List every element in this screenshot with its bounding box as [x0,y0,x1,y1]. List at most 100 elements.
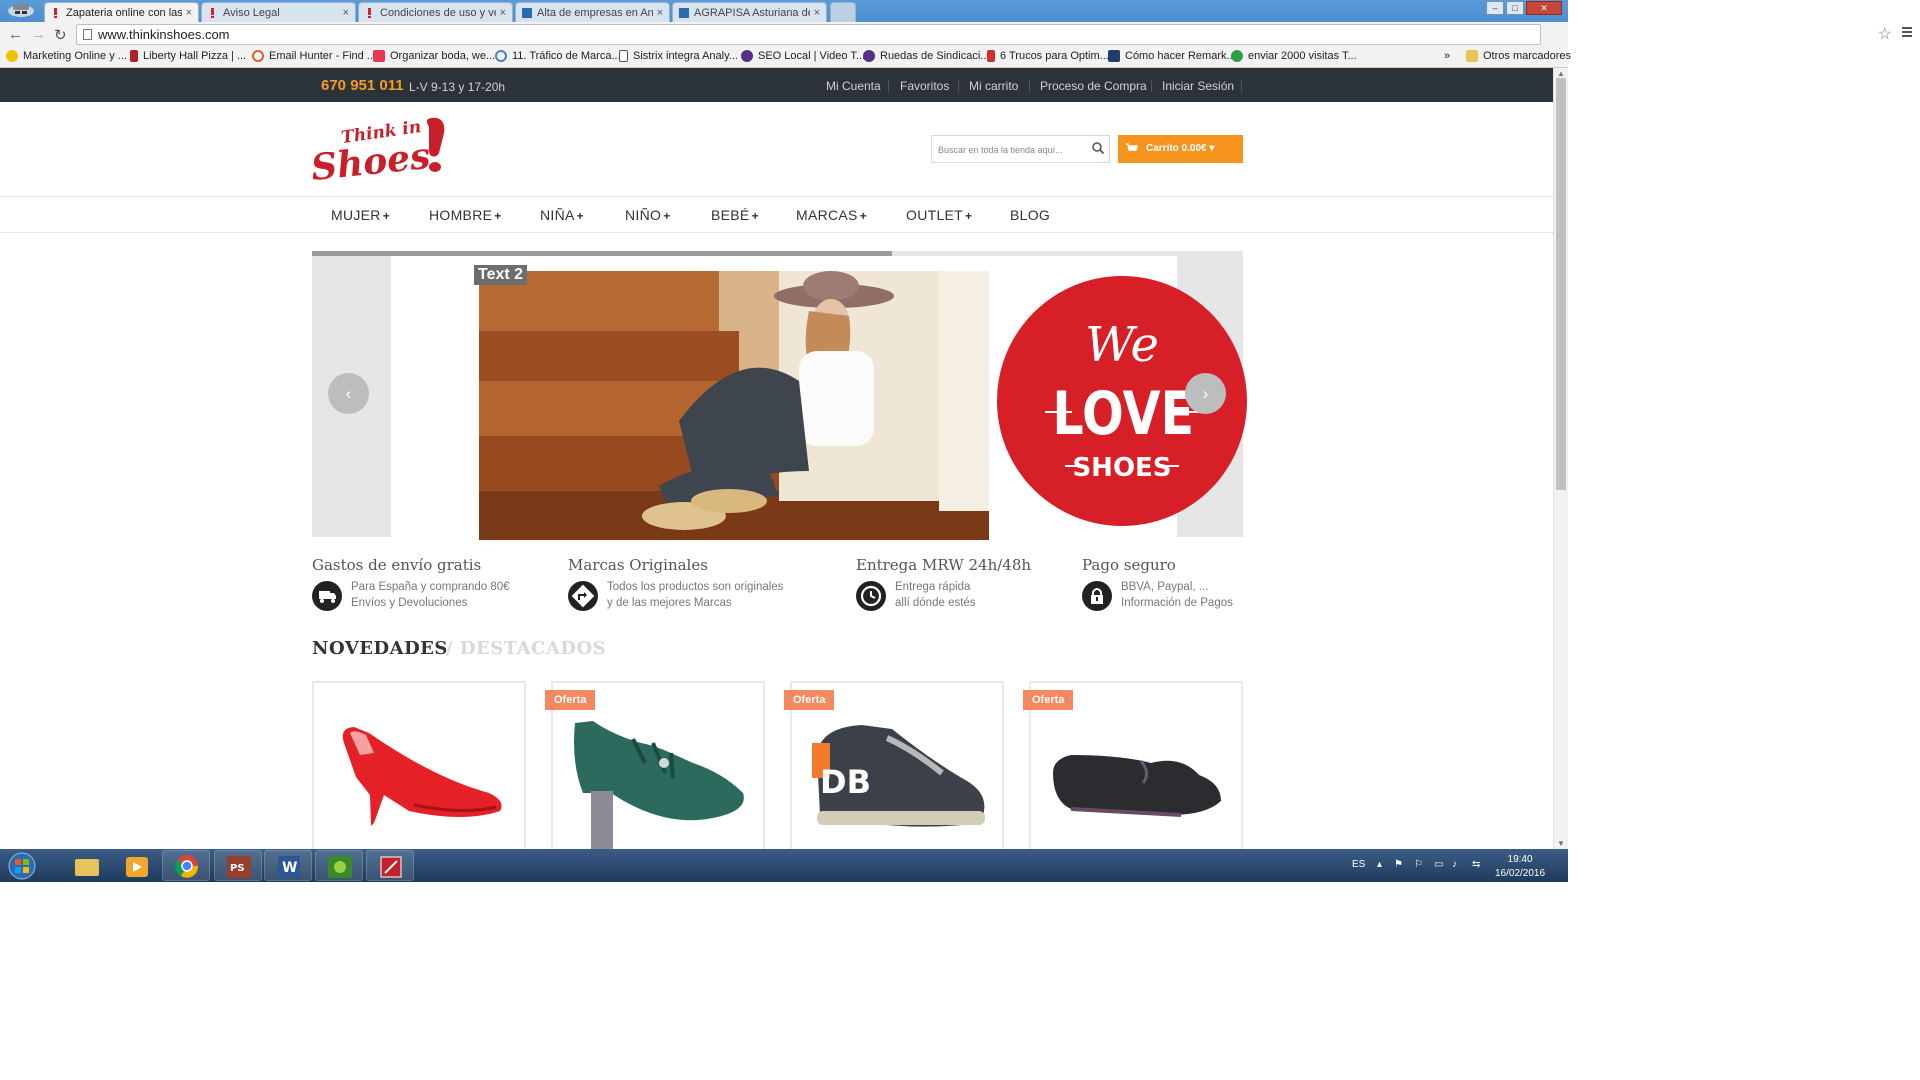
nav-nino[interactable]: NIÑO + [625,207,671,223]
forward-icon[interactable]: → [31,26,46,43]
bookmark-item[interactable]: Sistrix integra Analy... [619,50,738,62]
cart-button[interactable]: Carrito 0.00€ ▾ [1118,135,1243,163]
action-center-icon[interactable]: ⚐ [1414,859,1423,870]
bookmark-item[interactable]: Liberty Hall Pizza | ... [130,50,246,62]
feature-title: Pago seguro [1082,556,1176,574]
slider-next-button[interactable]: › [1185,373,1226,414]
link-proceso-compra[interactable]: Proceso de Compra [1040,79,1147,93]
system-clock[interactable]: 19:40 16/02/2016 [1495,853,1545,881]
tab-alta-empresas[interactable]: Alta de empresas en Anua × [515,2,670,22]
feature-line1: Para España y comprando 80€ [351,581,510,593]
windows-taskbar: PS W ES ▴ ⚑ ⚐ ▭ ♪ ⇆ 19:40 16/02/2016 [0,849,1568,882]
feature-link[interactable]: Envíos y Devoluciones [351,597,467,609]
bookmark-item[interactable]: Email Hunter - Find ... [252,50,376,62]
search-icon[interactable] [1092,142,1105,155]
search-input[interactable]: Buscar en toda la tienda aquí... [931,135,1110,163]
nav-bebe[interactable]: BEBÉ + [711,207,759,223]
nav-marcas[interactable]: MARCAS + [796,207,867,223]
address-bar[interactable]: www.thinkinshoes.com [76,24,1541,45]
language-indicator[interactable]: ES [1352,859,1365,870]
product-card[interactable] [312,681,526,849]
nav-nina[interactable]: NIÑA + [540,207,584,223]
volume-icon[interactable]: ♪ [1452,859,1457,870]
tab-close-icon[interactable]: × [500,7,506,19]
clock-date: 16/02/2016 [1495,868,1546,879]
tab-close-icon[interactable]: × [343,7,349,19]
tab-close-icon[interactable]: × [186,7,192,19]
link-mi-cuenta[interactable]: Mi Cuenta [826,79,881,93]
bookmark-item[interactable]: Ruedas de Sindicaci... [863,50,989,62]
app-taskbar-icon[interactable] [366,850,414,881]
close-window-button[interactable]: ✕ [1526,1,1562,15]
app-taskbar-icon[interactable] [315,850,363,881]
bookmark-item[interactable]: enviar 2000 visitas T... [1231,50,1357,62]
arrow-turn-icon [568,581,598,611]
bookmark-item[interactable]: SEO Local | Video T... [741,50,865,62]
bookmarks-overflow-icon[interactable]: » [1444,50,1450,62]
red-heel-shoe-image [342,727,502,826]
start-button[interactable] [4,851,40,881]
pizza-icon [130,50,138,62]
nav-hombre[interactable]: HOMBRE + [429,207,502,223]
minimize-button[interactable]: – [1486,1,1504,15]
remarketing-icon [1108,50,1120,62]
photoshop-taskbar-icon[interactable]: PS [214,850,262,881]
chrome-taskbar-icon[interactable] [162,850,210,881]
bookmark-item[interactable]: 11. Tráfico de Marca... [495,50,621,62]
chrome-profile-icon[interactable] [4,1,38,21]
chevron-down-icon: ▾ [1209,143,1215,154]
slider-prev-button[interactable]: ‹ [328,373,369,414]
chrome-menu-icon[interactable] [1902,27,1912,39]
bookmark-item[interactable]: Cómo hacer Remark... [1108,50,1236,62]
media-player-taskbar-icon[interactable] [112,850,160,881]
link-favoritos[interactable]: Favoritos [900,79,949,93]
flag-icon[interactable]: ⚑ [1394,859,1403,870]
word-taskbar-icon[interactable]: W [264,850,312,881]
tab-condiciones[interactable]: Condiciones de uso y vent × [358,2,513,22]
show-hidden-icons[interactable]: ▴ [1377,859,1382,870]
ag-favicon-icon [679,7,689,18]
feature-link[interactable]: Información de Pagos [1121,597,1233,609]
scrollbar-thumb[interactable] [1556,78,1566,490]
nav-blog[interactable]: BLOG [1010,207,1050,223]
link-iniciar-sesion[interactable]: Iniciar Sesión [1162,79,1234,93]
back-icon[interactable]: ← [8,26,23,43]
opening-hours: L-V 9-13 y 17-20h [409,80,506,94]
tab-destacados[interactable]: / DESTACADOS [446,638,606,659]
network-icon[interactable]: ▭ [1434,859,1443,870]
link-mi-carrito[interactable]: Mi carrito [969,79,1018,93]
reload-icon[interactable]: ↻ [54,26,67,44]
nav-outlet[interactable]: OUTLET + [906,207,972,223]
tab-close-icon[interactable]: × [814,7,820,19]
maximize-button[interactable]: □ [1506,1,1524,15]
logo-line2: Shoes [311,135,432,183]
tab-novedades[interactable]: NOVEDADES [312,638,448,659]
bookmark-item[interactable]: 6 Trucos para Optim... [987,50,1109,62]
phone-number[interactable]: 670 951 011 [321,77,404,94]
shopping-cart-icon [1126,143,1138,153]
bookmark-star-icon[interactable]: ☆ [1878,24,1892,44]
tab-agrapisa[interactable]: AGRAPISA Asturiana de Ga × [672,2,827,22]
page-scrollbar[interactable]: ▲ ▼ [1553,68,1568,849]
svg-text:W: W [282,860,297,876]
bookmark-item[interactable]: Organizar boda, we... [373,50,495,62]
sync-icon[interactable]: ⇆ [1472,859,1480,870]
slide[interactable]: Text 2 We LOVE SHOES [391,256,1247,540]
plus-icon: + [663,209,671,223]
other-bookmarks-folder[interactable]: Otros marcadores [1466,50,1571,62]
ruedas-icon [863,50,875,62]
badge-bottom: SHOES [1072,453,1171,483]
main-nav: MUJER + HOMBRE + NIÑA + NIÑO + BEBÉ + MARCAS +… [0,196,1553,233]
tab-thinkinshoes[interactable]: Zapateria online con las m × [44,2,199,22]
new-tab-button[interactable] [830,2,856,22]
explorer-taskbar-icon[interactable] [62,850,110,881]
tab-aviso-legal[interactable]: Aviso Legal × [201,2,356,22]
tab-close-icon[interactable]: × [657,7,663,19]
feature-title: Gastos de envío gratis [312,556,482,574]
feature-title: Marcas Originales [568,556,708,574]
scroll-up-icon[interactable]: ▲ [1557,69,1565,78]
bookmark-item[interactable]: Marketing Online y ... [6,50,127,62]
site-logo[interactable]: Think in Shoes [309,113,451,189]
nav-mujer[interactable]: MUJER + [331,207,390,223]
scroll-down-icon[interactable]: ▼ [1557,839,1565,848]
